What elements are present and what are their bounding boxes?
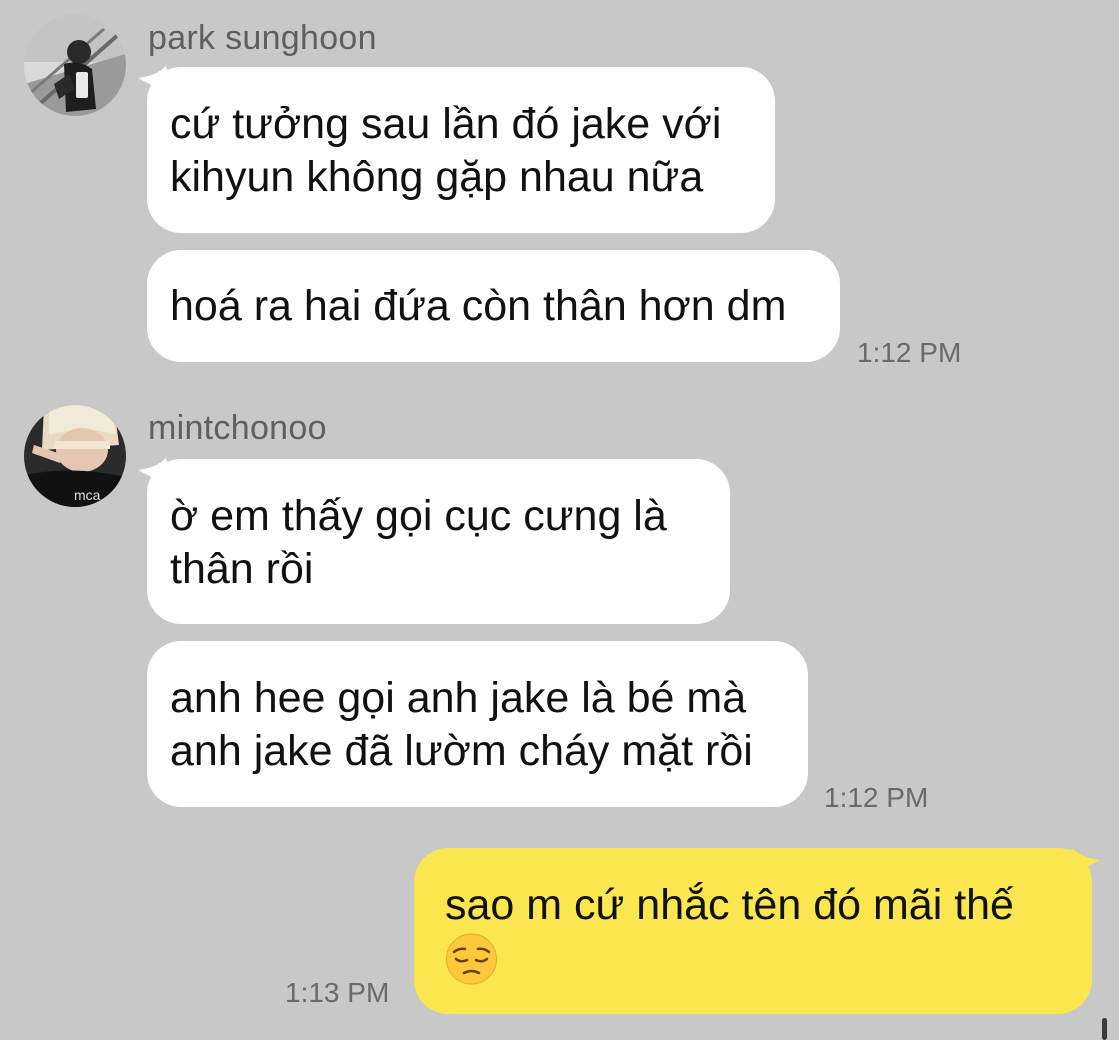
avatar[interactable] (24, 14, 126, 116)
message-bubble[interactable]: hoá ra hai đứa còn thân hơn dm (147, 250, 840, 362)
message-text: anh jake đã lườm cháy mặt rồi (170, 727, 753, 775)
message-bubble[interactable]: ờ em thấy gọi cục cưng là thân rồi (147, 459, 730, 624)
message-text: hoá ra hai đứa còn thân hơn dm (170, 282, 787, 330)
message-timestamp: 1:12 PM (824, 782, 929, 813)
my-message-bubble[interactable]: sao m cứ nhắc tên đó mãi thế (414, 848, 1092, 1014)
scrollbar[interactable] (1102, 1018, 1107, 1040)
message-text: thân rồi (170, 545, 314, 593)
sender-name: mintchonoo (148, 409, 327, 447)
sender-name: park sunghoon (148, 19, 377, 57)
message-text: sao m cứ nhắc tên đó mãi thế (445, 881, 1014, 929)
message-timestamp: 1:13 PM (285, 977, 390, 1008)
pensive-face-emoji (446, 933, 497, 985)
emoji-line (445, 932, 1072, 985)
message-timestamp: 1:12 PM (857, 337, 962, 368)
message-text: ờ em thấy gọi cục cưng là (170, 492, 667, 540)
message-bubble[interactable]: anh hee gọi anh jake là bé mà anh jake đ… (147, 641, 808, 807)
message-text: kihyun không gặp nhau nữa (170, 153, 704, 201)
avatar[interactable]: mca (24, 405, 126, 507)
message-text: anh hee gọi anh jake là bé mà (170, 674, 747, 722)
message-text: cứ tưởng sau lần đó jake với (170, 100, 722, 148)
svg-text:mca: mca (74, 487, 101, 503)
message-bubble[interactable]: cứ tưởng sau lần đó jake với kihyun khôn… (147, 67, 775, 233)
